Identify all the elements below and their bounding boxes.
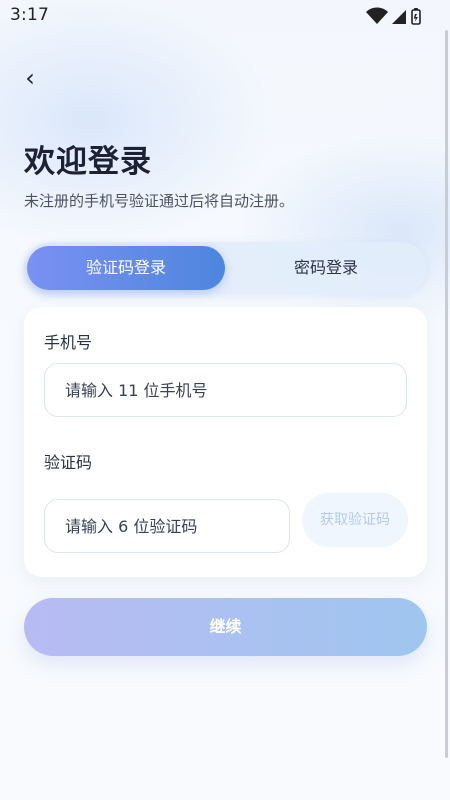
status-icons: [364, 6, 424, 26]
code-label: 验证码: [44, 453, 93, 472]
signal-icon: [392, 10, 406, 24]
tab-code-login[interactable]: 验证码登录: [27, 246, 225, 290]
battery-icon: [411, 8, 421, 25]
login-tabs: 验证码登录 密码登录: [24, 242, 427, 294]
phone-input[interactable]: [44, 363, 407, 417]
phone-label: 手机号: [44, 333, 93, 352]
wifi-icon: [366, 7, 388, 24]
continue-button[interactable]: 继续: [24, 598, 427, 656]
tab-password-login[interactable]: 密码登录: [225, 246, 427, 290]
scrollbar[interactable]: [445, 30, 448, 758]
code-input[interactable]: [44, 499, 290, 553]
page-title: 欢迎登录: [24, 144, 152, 180]
login-form-card: 手机号 验证码 获取验证码: [24, 307, 427, 577]
status-time: 3:17: [10, 5, 49, 25]
page-subtitle: 未注册的手机号验证通过后将自动注册。: [24, 192, 295, 210]
get-code-button[interactable]: 获取验证码: [302, 493, 408, 547]
status-bar: 3:17: [0, 0, 450, 32]
back-button[interactable]: ‹: [18, 64, 42, 92]
back-icon: ‹: [25, 64, 35, 92]
